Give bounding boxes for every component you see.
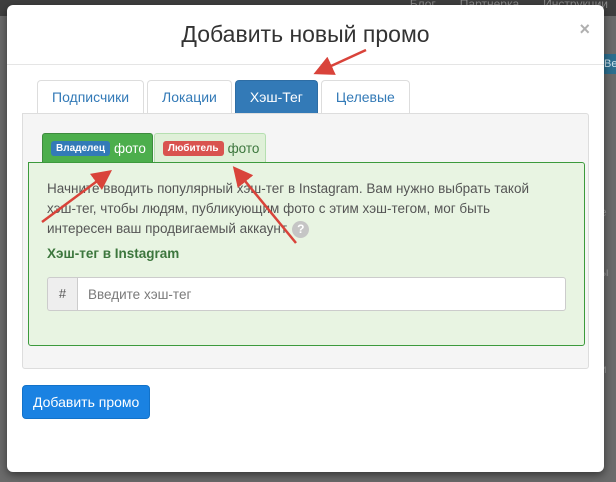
hashtag-input[interactable] <box>77 277 566 311</box>
add-promo-button[interactable]: Добавить промо <box>22 385 151 419</box>
subtab-owner-suffix: фото <box>113 140 146 156</box>
hashtag-tab-panel: Владелец фото Любитель фото Начните ввод… <box>22 113 589 369</box>
add-promo-modal: Добавить новый промо × Подписчики Локаци… <box>7 5 604 472</box>
hash-addon: # <box>47 277 77 311</box>
tab-hashtag[interactable]: Хэш-Тег <box>234 80 318 114</box>
subtab-fan-suffix: фото <box>227 140 260 156</box>
hashtag-field-label: Хэш-тег в Instagram <box>47 246 180 261</box>
hashtag-form-box: Начните вводить популярный хэш-тег в Ins… <box>28 162 585 346</box>
hashtag-description: Начните вводить популярный хэш-тег в Ins… <box>47 179 547 239</box>
help-icon[interactable]: ? <box>292 220 310 238</box>
background-right-badge: Ве <box>602 54 616 74</box>
tab-subscribers[interactable]: Подписчики <box>37 80 145 114</box>
modal-header: Добавить новый промо × <box>7 5 604 65</box>
promo-type-tabs: Подписчики Локации Хэш-Тег Целевые <box>37 80 410 114</box>
hashtag-input-group: # <box>47 277 566 311</box>
subtab-fan-photo[interactable]: Любитель фото <box>153 133 267 163</box>
tab-targeted[interactable]: Целевые <box>320 80 410 114</box>
tab-locations[interactable]: Локации <box>147 80 232 114</box>
fan-badge: Любитель <box>162 141 224 156</box>
close-icon[interactable]: × <box>579 19 590 40</box>
subtab-owner-photo[interactable]: Владелец фото <box>42 133 153 163</box>
description-text: Начните вводить популярный хэш-тег в Ins… <box>47 181 530 236</box>
photo-source-subtabs: Владелец фото Любитель фото <box>42 133 267 163</box>
modal-title: Добавить новый промо <box>181 21 430 47</box>
owner-badge: Владелец <box>51 141 110 156</box>
